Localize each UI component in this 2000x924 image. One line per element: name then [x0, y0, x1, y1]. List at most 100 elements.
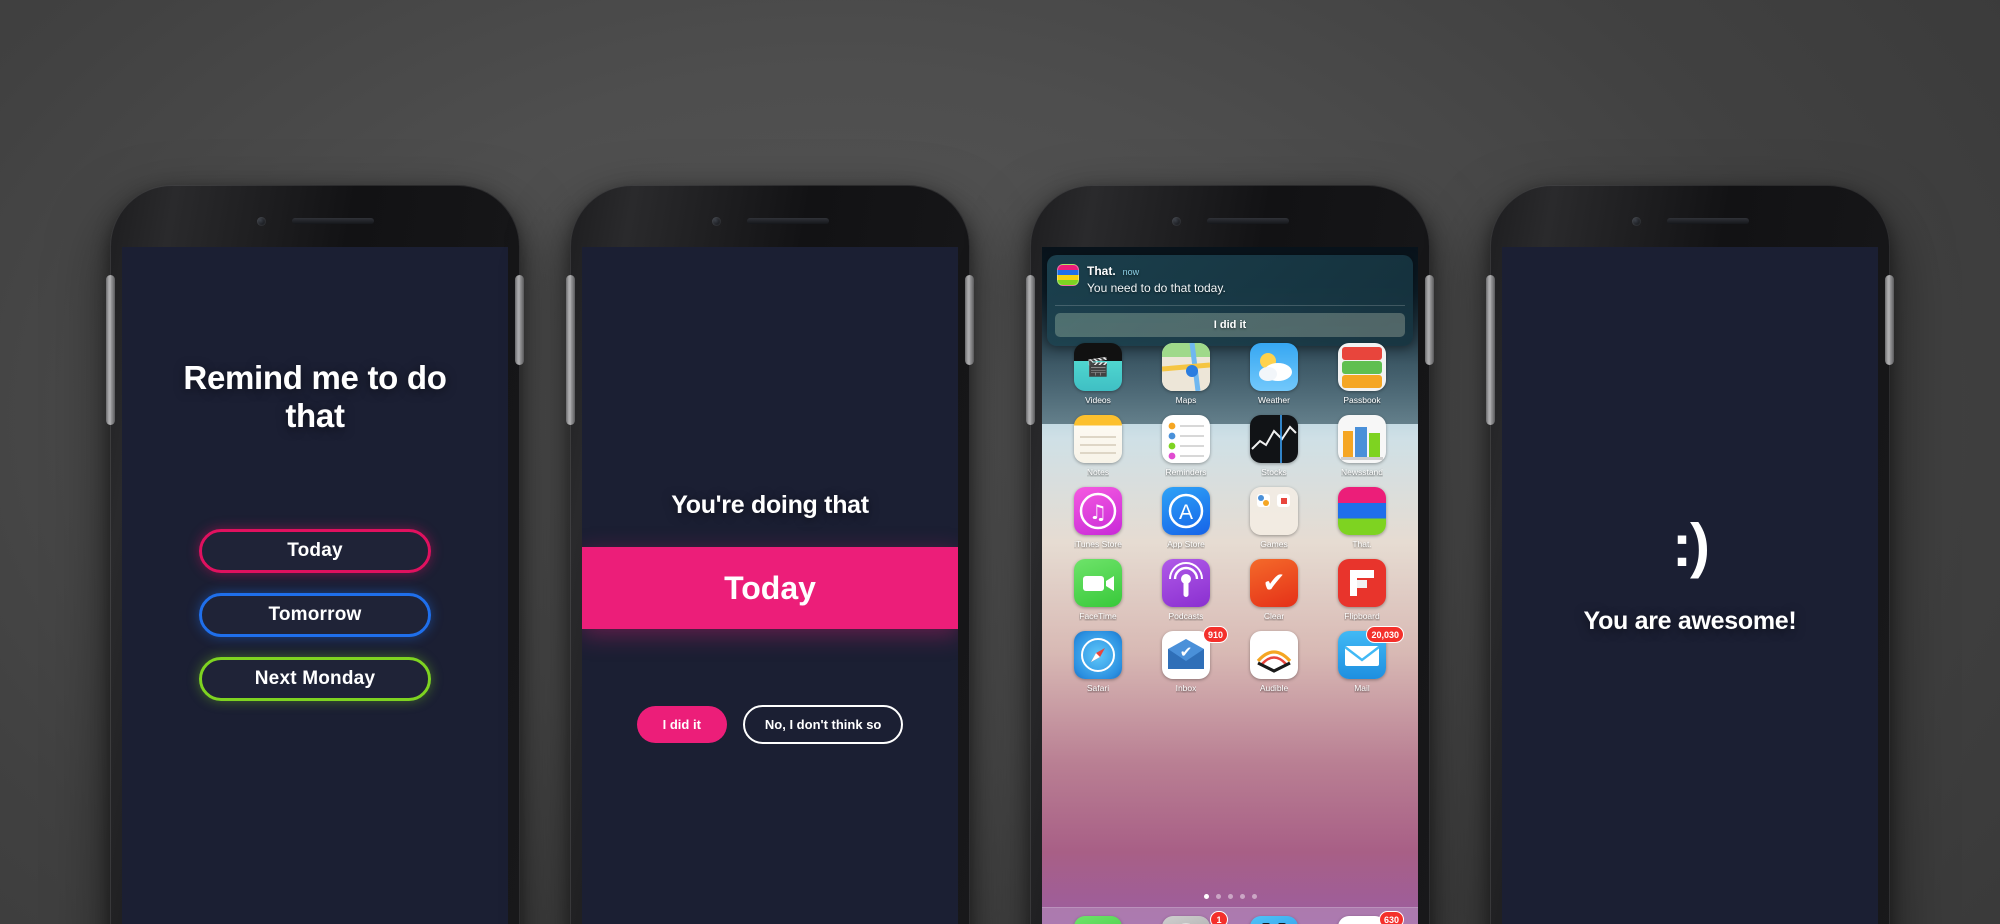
power-rail-right [965, 275, 974, 365]
page-dot-5[interactable] [1251, 894, 1257, 899]
newsstand-icon [1338, 415, 1386, 463]
videos-icon: 🎬 [1074, 343, 1122, 391]
notification-action-button[interactable]: I did it [1055, 313, 1405, 337]
app-icon-stocks[interactable]: Stocks [1230, 415, 1318, 477]
app-store-icon: A [1162, 487, 1210, 535]
app-label: iTunes Store [1074, 539, 1122, 549]
app-icon-reminders[interactable]: Reminders [1142, 415, 1230, 477]
notification-title-row: That. now [1087, 264, 1403, 278]
app-store-a-glyph: A [1168, 493, 1204, 529]
checkmark-glyph: ✔ [1262, 567, 1286, 598]
inbox-badge: 910 [1202, 626, 1228, 643]
dock-icon-phone[interactable]: ☎ Phone [1054, 916, 1142, 924]
decline-done-button[interactable]: No, I don't think so [742, 705, 904, 744]
app-icon-videos[interactable]: 🎬 Videos [1054, 343, 1142, 405]
video-camera-glyph [1083, 576, 1114, 591]
that-app-icon [1338, 487, 1386, 535]
reminder-option-next-monday[interactable]: Next Monday [199, 657, 431, 701]
power-rail-right [515, 275, 524, 365]
app-label: That. [1352, 539, 1372, 549]
that-app-icon [1057, 264, 1079, 286]
app-grid: 🎬 Videos Maps Weather Passbook Notes Rem… [1042, 343, 1418, 693]
app-folder-games[interactable]: Games [1230, 487, 1318, 549]
app-label: Safari [1086, 683, 1110, 693]
selected-day-banner-label: Today [724, 569, 816, 606]
confirm-done-button[interactable]: I did it [636, 706, 727, 743]
alarm-clock-glyph [1262, 923, 1286, 924]
app-icon-newsstand[interactable]: Newsstand [1318, 415, 1406, 477]
notification-banner[interactable]: That. now You need to do that today. I d… [1047, 255, 1413, 346]
app-icon-notes[interactable]: Notes [1054, 415, 1142, 477]
app-label: Weather [1258, 395, 1290, 405]
reminder-option-tomorrow-label: Tomorrow [268, 604, 362, 625]
app-icon-maps[interactable]: Maps [1142, 343, 1230, 405]
phone3-screen: That. now You need to do that today. I d… [1042, 247, 1418, 924]
settings-icon [1162, 916, 1210, 924]
app-icon-clear[interactable]: ✔ Clear [1230, 559, 1318, 621]
phone1-headline: Remind me to do that [183, 359, 447, 435]
app-icon-itunes-store[interactable]: ♫ iTunes Store [1054, 487, 1142, 549]
note-lines-glyph [1080, 436, 1116, 454]
clear-icon: ✔ [1250, 559, 1298, 607]
smiley-face-text: :) [1672, 512, 1710, 579]
volume-rail-left [1486, 275, 1495, 425]
earpiece-speaker-icon [1206, 218, 1289, 224]
facetime-icon [1074, 559, 1122, 607]
games-folder-icon [1250, 487, 1298, 535]
app-icon-audible[interactable]: Audible [1230, 631, 1318, 693]
svg-text:✔: ✔ [1180, 643, 1193, 661]
notification-message: You need to do that today. [1087, 281, 1226, 295]
app-icon-safari[interactable]: Safari [1054, 631, 1142, 693]
phone-sensor-cluster [570, 213, 970, 229]
front-camera-icon [1171, 216, 1181, 226]
app-icon-passbook[interactable]: Passbook [1318, 343, 1406, 405]
passbook-cards-glyph [1342, 347, 1382, 388]
app-icon-podcasts[interactable]: Podcasts [1142, 559, 1230, 621]
phone1-app-screen: Remind me to do that Today Tomorrow Next… [122, 247, 508, 924]
dock-icon-settings[interactable]: 1 CARROT [1142, 911, 1230, 924]
page-indicator-dots[interactable] [1042, 894, 1418, 899]
reminder-option-today[interactable]: Today [199, 529, 431, 573]
app-label: Notes [1086, 467, 1110, 477]
app-icon-inbox[interactable]: 910 ✔ Inbox [1142, 626, 1230, 693]
page-dot-2[interactable] [1215, 894, 1221, 899]
earpiece-speaker-icon [746, 218, 829, 224]
magazine-shelf-glyph [1341, 427, 1383, 460]
reminders-list-glyph [1168, 422, 1204, 460]
front-camera-icon [711, 216, 721, 226]
dock-icon-carrot[interactable]: Mailbox [1230, 916, 1318, 924]
page-dot-4[interactable] [1239, 894, 1245, 899]
notification-timestamp: now [1122, 267, 1140, 277]
volume-rail-left [1026, 275, 1035, 425]
app-label: Videos [1085, 395, 1111, 405]
app-icon-that[interactable]: That. [1318, 487, 1406, 549]
app-icon-mail[interactable]: 20,030 Mail [1318, 626, 1406, 693]
weather-icon [1250, 343, 1298, 391]
volume-rail-left [566, 275, 575, 425]
page-dot-3[interactable] [1227, 894, 1233, 899]
earpiece-speaker-icon [291, 218, 374, 224]
safari-icon [1074, 631, 1122, 679]
selected-day-banner[interactable]: Today [582, 547, 958, 629]
app-label: Newsstand [1340, 467, 1384, 477]
app-icon-flipboard[interactable]: Flipboard [1318, 559, 1406, 621]
compass-glyph [1081, 638, 1115, 672]
mail-badge: 20,030 [1366, 626, 1404, 643]
app-icon-facetime[interactable]: FaceTime [1054, 559, 1142, 621]
app-icon-weather[interactable]: Weather [1230, 343, 1318, 405]
page-dot-1[interactable] [1203, 894, 1209, 899]
phone2-headline: You're doing that [671, 491, 869, 519]
dock-icon-mailbox[interactable]: 630 Mailbox [1318, 911, 1406, 924]
app-label: Games [1260, 539, 1288, 549]
app-icon-app-store[interactable]: A App Store [1142, 487, 1230, 549]
ios-dock: ☎ Phone 1 [1042, 907, 1418, 924]
front-camera-icon [1631, 216, 1641, 226]
maps-glyph [1162, 343, 1210, 391]
reminder-option-tomorrow[interactable]: Tomorrow [199, 593, 431, 637]
earpiece-speaker-icon [1666, 218, 1749, 224]
app-label: App Store [1167, 539, 1205, 549]
phone1-screen: Remind me to do that Today Tomorrow Next… [122, 247, 508, 924]
app-label: Audible [1259, 683, 1289, 693]
app-label: Podcasts [1168, 611, 1204, 621]
phone-sensor-cluster [110, 213, 520, 229]
